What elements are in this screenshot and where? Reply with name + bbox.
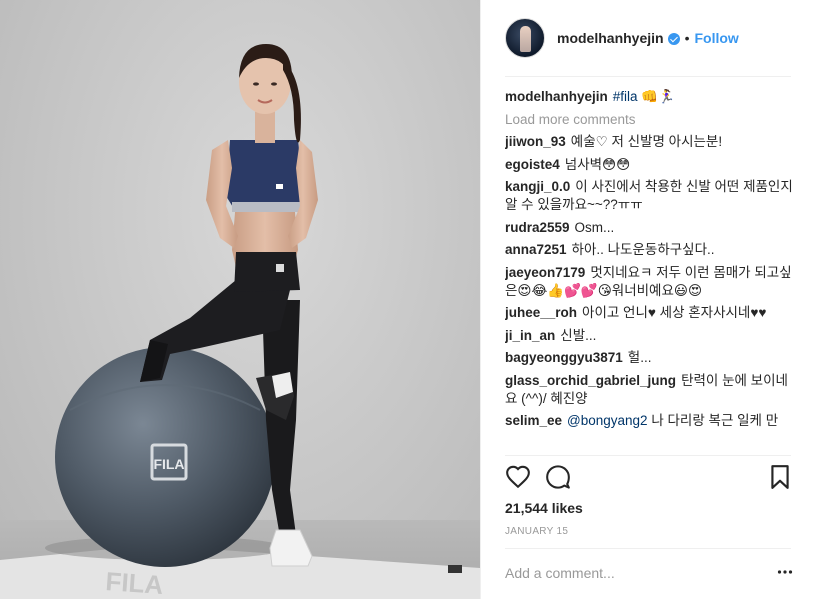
comment-text: 아이고 언니♥ 세상 혼자사시네♥♥ (582, 305, 767, 320)
comment-mention[interactable]: @bongyang2 (567, 413, 648, 428)
comment-username[interactable]: jaeyeon7179 (505, 265, 585, 280)
comment-item: kangji_0.0 이 사진에서 착용한 신발 어떤 제품인지 알 수 있을까요… (505, 178, 795, 214)
comment-bubble-icon[interactable] (545, 464, 571, 490)
comment-username[interactable]: ji_in_an (505, 328, 555, 343)
separator-dot: • (684, 30, 690, 46)
comment-username[interactable]: bagyeonggyu3871 (505, 350, 623, 365)
verified-badge-icon (667, 33, 680, 45)
comment-username[interactable]: kangji_0.0 (505, 179, 570, 194)
comment-item: egoiste4 넘사벽😳😳 (505, 156, 795, 174)
comment-username[interactable]: egoiste4 (505, 157, 560, 172)
heart-icon[interactable] (505, 464, 531, 490)
comment-item: rudra2559 Osm... (505, 219, 795, 237)
comment-text: Osm... (574, 219, 615, 235)
post-date[interactable]: JANUARY 15 (505, 526, 568, 537)
comment-text: 신발... (560, 327, 597, 343)
actions-divider (505, 455, 791, 456)
ball-logo: FILA (153, 456, 184, 472)
follow-button[interactable]: Follow (694, 30, 738, 46)
more-options-icon[interactable] (777, 564, 793, 580)
comment-text: 헐... (627, 350, 652, 365)
add-comment-input[interactable] (505, 563, 765, 583)
avatar[interactable] (505, 18, 545, 58)
comment-item: bagyeonggyu3871 헐... (505, 349, 795, 367)
caption-username[interactable]: modelhanhyejin (505, 89, 608, 104)
comment-item: juhee__roh 아이고 언니♥ 세상 혼자사시네♥♥ (505, 304, 795, 322)
comment-username[interactable]: jiiwon_93 (505, 134, 566, 149)
caption-hashtag[interactable]: #fila (613, 89, 638, 104)
comments-list[interactable]: modelhanhyejin #fila 👊🏃‍♀️ Load more comm… (505, 88, 795, 453)
action-bar (503, 464, 793, 494)
caption-emojis: 👊🏃‍♀️ (641, 89, 675, 104)
comment-item: ji_in_an 신발... (505, 327, 795, 345)
comment-item: jaeyeon7179 멋지네요ㅋ 저두 이런 몸매가 되고싶은😍😂👍💕💕😘워너비… (505, 264, 795, 300)
comment-item: glass_orchid_gabriel_jung 탄력이 눈에 보이네요 (^^… (505, 372, 795, 408)
comment-item: anna7251 하아.. 나도운동하구싶다.. (505, 241, 795, 259)
likes-count[interactable]: 21,544 likes (505, 500, 583, 516)
sports-bra (226, 140, 304, 212)
comment-username[interactable]: rudra2559 (505, 220, 570, 235)
comment-username[interactable]: juhee__roh (505, 305, 577, 320)
post-side-panel: modelhanhyejin • Follow modelhanhyejin #f… (480, 0, 813, 599)
model-photo-illustration: FILA FILA (0, 44, 480, 599)
comment-text: 예술♡ 저 신발명 아시는분! (570, 134, 723, 149)
post-photo[interactable]: FILA FILA (0, 0, 480, 599)
comment-text: 나 다리랑 복근 일케 만 (651, 413, 779, 428)
load-more-comments-link[interactable]: Load more comments (505, 111, 795, 129)
bookmark-icon[interactable] (769, 464, 791, 490)
comment-box-divider (505, 548, 791, 549)
comment-username[interactable]: glass_orchid_gabriel_jung (505, 373, 676, 388)
comment-text: 넘사벽😳😳 (564, 156, 631, 172)
header-divider (505, 76, 791, 77)
comment-item: selim_ee @bongyang2 나 다리랑 복근 일케 만 (505, 412, 795, 430)
mat-logo: FILA (105, 566, 165, 599)
comment-username[interactable]: selim_ee (505, 413, 562, 428)
post-header: modelhanhyejin • Follow (481, 0, 813, 76)
caption: modelhanhyejin #fila 👊🏃‍♀️ (505, 88, 795, 106)
comment-username[interactable]: anna7251 (505, 242, 567, 257)
mat-tag (448, 565, 462, 573)
comment-text: 하아.. 나도운동하구싶다.. (571, 242, 715, 257)
post-username[interactable]: modelhanhyejin (557, 30, 664, 46)
comment-item: jiiwon_93 예술♡ 저 신발명 아시는분! (505, 133, 795, 151)
